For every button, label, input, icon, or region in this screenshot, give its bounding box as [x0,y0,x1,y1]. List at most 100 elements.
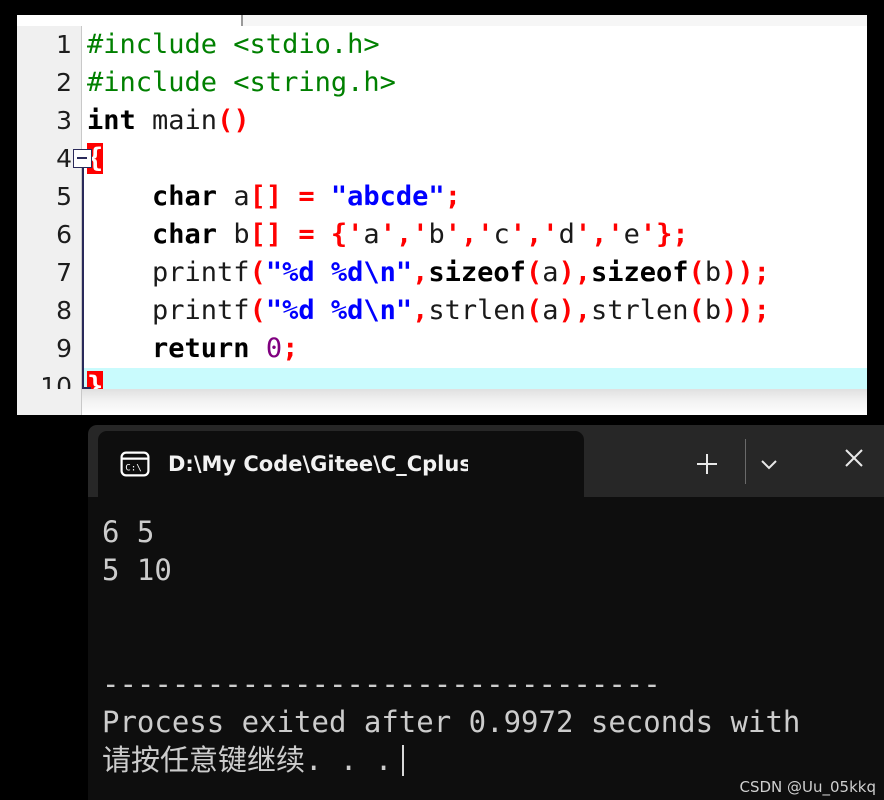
token-punc: ( [525,257,543,288]
code-line[interactable]: 1 #include <stdio.h> [17,26,867,64]
token-punc: ; [282,333,299,364]
token-punc: = [298,219,315,250]
console-cursor [402,745,405,776]
token-punc: ' [412,219,429,250]
gutter-bottom-filler [17,389,82,415]
console-prompt-line: 请按任意键继续. . . [102,741,884,779]
console-line: Process exited after 0.9972 seconds with [102,705,801,739]
console-line: -------------------------------- [102,667,661,701]
token-punc: () [217,105,250,136]
token-punc: , [412,257,429,288]
token-plain: a [542,257,559,288]
console-line: 6 5 [102,515,155,549]
token-num: 0 [265,333,283,364]
token-punc: ( [249,295,266,326]
line-number: 5 [56,182,72,211]
token-kw: char [152,219,218,250]
token-punc: ' [347,219,364,250]
console-window[interactable]: C:\ D:\My Code\Gitee\C_Cplusplu [88,425,884,800]
line-number: 4 [56,144,72,173]
code-editor[interactable]: 1 #include <stdio.h> 2 #include <string.h> 3… [17,15,867,415]
code-line[interactable]: 4{ [17,140,867,178]
token-punc: , [412,295,429,326]
code-text: printf("%d %d\n",sizeof(a),sizeof(b)); [87,254,770,292]
new-tab-icon[interactable] [688,445,726,483]
token-fn: sizeof [428,257,526,288]
code-text: char b[] = {'a','b','c','d','e'}; [87,216,689,254]
token-plain: main [135,105,218,136]
token-punc: { [330,219,348,250]
token-punc: ', [379,219,413,250]
console-prompt-text: 请按任意键继续. . . [102,743,393,777]
token-punc: ), [558,257,591,288]
code-text: #include <string.h> [87,64,396,102]
token-plain: b [704,257,722,288]
scrollbar-thumb[interactable] [17,15,243,26]
console-tab-bar[interactable]: C:\ D:\My Code\Gitee\C_Cplusplu [88,425,884,497]
watermark: CSDN @Uu_05kkq [739,778,876,796]
code-line[interactable]: 2 #include <string.h> [17,64,867,102]
code-area[interactable]: 1 #include <stdio.h> 2 #include <string.h> 3… [17,26,867,415]
token-punc: ' [542,219,559,250]
token-punc: )); [721,257,770,288]
token-kw: int [87,105,136,136]
line-number: 8 [56,296,72,325]
line-number: 1 [56,30,72,59]
fold-collapse-icon[interactable] [73,149,92,168]
token-punc: ( [688,295,705,326]
code-line[interactable]: 6 char b[] = {'a','b','c','d','e'}; [17,216,867,254]
code-line[interactable]: 5 char a[] = "abcde"; [17,178,867,216]
token-punc: ' [607,219,624,250]
command-prompt-icon: C:\ [120,451,150,477]
token-punc: ' [639,219,657,250]
close-icon[interactable] [838,442,870,474]
token-str: "%d %d\n" [265,257,413,288]
tabbar-divider [745,439,746,484]
token-plain: b [217,219,250,250]
token-plain: e [623,219,640,250]
token-plain: b [704,295,722,326]
token-punc: [] [249,219,283,250]
token-plain: strlen [428,295,526,326]
screen-root: 1 #include <stdio.h> 2 #include <string.h> 3… [0,0,884,800]
line-number: 7 [56,258,72,287]
code-text: int main() [87,102,250,140]
token-punc: ( [525,295,543,326]
token-fn: sizeof [591,257,689,288]
fold-guide-line [82,168,84,405]
token-plain: printf [87,295,250,326]
code-text: char a[] = "abcde"; [87,178,461,216]
token-punc: )); [721,295,770,326]
chevron-down-icon[interactable] [750,445,788,483]
console-tab-title: D:\My Code\Gitee\C_Cplusplu [168,452,468,476]
line-number: 2 [56,68,72,97]
token-plain: a [363,219,380,250]
token-punc: = [298,181,315,212]
console-tab[interactable]: C:\ D:\My Code\Gitee\C_Cplusplu [98,431,584,497]
code-line[interactable]: 8 printf("%d %d\n",strlen(a),strlen(b)); [17,292,867,330]
token-punc: ( [688,257,705,288]
svg-text:C:\: C:\ [125,462,142,473]
token-punc: ; [444,181,461,212]
console-output[interactable]: 6 5 5 10 --------------------------------… [88,497,884,800]
token-kw: return [152,333,250,364]
token-punc: ', [444,219,478,250]
token-punc: ', [574,219,608,250]
token-punc: ' [477,219,494,250]
code-line[interactable]: 9 return 0; [17,330,867,368]
code-line[interactable]: 3 int main() [17,102,867,140]
token-plain: printf [87,257,250,288]
code-text: printf("%d %d\n",strlen(a),strlen(b)); [87,292,770,330]
line-number: 6 [56,220,72,249]
code-line[interactable]: 7 printf("%d %d\n",sizeof(a),sizeof(b)); [17,254,867,292]
console-line: 5 10 [102,553,172,587]
token-str: "abcde" [330,181,445,212]
line-number: 3 [56,106,72,135]
